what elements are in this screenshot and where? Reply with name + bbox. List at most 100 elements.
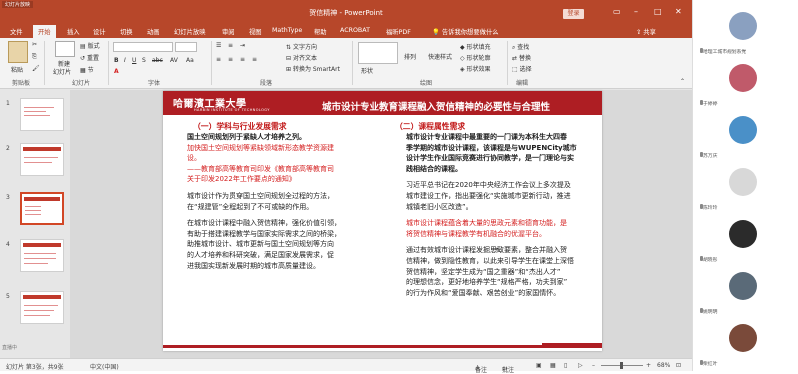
body-line: 习近平总书记在2020年中央经济工作会议上多次提及 xyxy=(406,181,571,190)
slide-thumbnail-3[interactable] xyxy=(20,192,64,225)
slide-thumbnail-1[interactable] xyxy=(20,98,64,131)
find-button[interactable]: ⌕ 查找 xyxy=(512,42,529,52)
lightbulb-icon: 💡 xyxy=(432,29,440,36)
char-spacing-icon[interactable]: AV xyxy=(170,57,178,64)
tab-home[interactable]: 开始 xyxy=(33,25,56,38)
tab-acrobat[interactable]: ACROBAT xyxy=(340,27,370,34)
tell-me-search[interactable]: 💡 告诉我你想要做什么 xyxy=(432,27,499,36)
quick-access-slideshow[interactable]: 幻灯片放映 xyxy=(2,1,34,8)
reset-label: 重置 xyxy=(86,55,99,62)
thumb-number: 3 xyxy=(6,194,10,201)
italic-icon[interactable]: I xyxy=(124,57,126,64)
body-line: 通过有效城市设计课程发掘思政要素，整合并融入贺 xyxy=(406,246,567,255)
participant-name: 陈玲玲 xyxy=(703,206,718,211)
participant-tile[interactable]: 哈理工城市规划系党 xyxy=(699,6,798,60)
shape-fill-button[interactable]: ◆ 形状填充 xyxy=(460,42,491,51)
align-text-button[interactable]: ⊟ 对齐文本 xyxy=(286,53,317,62)
font-size-box[interactable] xyxy=(175,42,197,52)
format-painter-icon[interactable]: 🖌 xyxy=(32,65,40,72)
close-icon[interactable]: ✕ xyxy=(675,7,682,16)
tab-foxit[interactable]: 福昕PDF xyxy=(386,27,411,36)
tab-file[interactable]: 文件 xyxy=(10,27,23,36)
reading-view-icon[interactable]: ▯ xyxy=(564,362,567,369)
shape-outline-button[interactable]: ◇ 形状轮廓 xyxy=(460,53,491,62)
participant-tile[interactable]: 姚明明 xyxy=(699,266,798,320)
reset-button[interactable]: ↺ 重置 xyxy=(80,53,99,62)
tab-design[interactable]: 设计 xyxy=(93,27,106,36)
shape-label[interactable]: 形状 xyxy=(361,66,373,75)
shape-effects-icon: ◈ xyxy=(460,66,465,73)
shapes-gallery[interactable] xyxy=(358,42,398,64)
tab-animations[interactable]: 动画 xyxy=(147,27,160,36)
numbering-icon[interactable]: ≡ xyxy=(228,42,233,49)
participant-tile[interactable]: 陈玲玲 xyxy=(699,162,798,216)
login-button[interactable]: 登录 xyxy=(563,9,584,19)
zoom-in-icon[interactable]: + xyxy=(646,362,651,369)
strikethrough-icon[interactable]: abc xyxy=(152,57,163,64)
new-slide-label-2[interactable]: 幻灯片 xyxy=(53,67,71,76)
bullets-icon[interactable]: ☰ xyxy=(216,42,221,49)
zoom-slider-thumb[interactable] xyxy=(620,362,623,369)
zoom-level[interactable]: 68% xyxy=(657,362,670,369)
right-column-heading[interactable]: （二）课程属性需求 xyxy=(395,121,465,132)
normal-view-icon[interactable]: ▣ xyxy=(536,362,542,369)
participant-tile[interactable]: 苏万庆 xyxy=(699,110,798,164)
underline-icon[interactable]: U xyxy=(132,57,136,64)
paste-label[interactable]: 粘贴 xyxy=(11,65,23,74)
section-button[interactable]: ▦ 节 xyxy=(80,65,94,74)
font-color-icon[interactable]: A xyxy=(114,68,119,75)
align-left-icon[interactable]: ≡ xyxy=(216,56,221,63)
paste-icon[interactable] xyxy=(8,41,28,63)
zoom-out-icon[interactable]: – xyxy=(592,362,595,369)
tab-insert[interactable]: 插入 xyxy=(67,27,80,36)
tab-review[interactable]: 审阅 xyxy=(222,27,235,36)
align-right-icon[interactable]: ≡ xyxy=(240,56,245,63)
font-name-box[interactable] xyxy=(113,42,173,52)
bold-icon[interactable]: B xyxy=(114,57,119,64)
cut-icon[interactable]: ✂ xyxy=(32,41,37,48)
fit-slide-icon[interactable]: ⊡ xyxy=(676,362,681,369)
arrange-label[interactable]: 排列 xyxy=(404,52,416,61)
slide-canvas[interactable]: 哈爾濱工業大學 HARBIN INSTITUTE OF TECHNOLOGY 城… xyxy=(163,91,602,351)
tab-help[interactable]: 帮助 xyxy=(314,27,327,36)
shadow-icon[interactable]: S xyxy=(142,57,146,64)
collapse-ribbon-icon[interactable]: ⌃ xyxy=(680,78,685,85)
maximize-icon[interactable]: □ xyxy=(654,7,662,16)
slide-thumbnail-2[interactable] xyxy=(20,143,64,176)
share-button[interactable]: ⇪ 共享 xyxy=(636,27,656,36)
change-case-icon[interactable]: Aa xyxy=(186,57,194,64)
participant-tile[interactable]: 于婷婷 xyxy=(699,58,798,112)
tab-view[interactable]: 视图 xyxy=(249,27,262,36)
slide-thumbnail-4[interactable] xyxy=(20,239,64,272)
participant-tile[interactable]: 胡晓彤 xyxy=(699,214,798,268)
language-indicator[interactable]: 中文(中国) xyxy=(90,362,119,371)
select-icon: ⬚ xyxy=(512,66,518,73)
participant-tile[interactable]: 柴红叶 xyxy=(699,318,798,372)
slide-title[interactable]: 城市设计专业教育课程融入贺信精神的必要性与合理性 xyxy=(322,99,550,113)
justify-icon[interactable]: ≡ xyxy=(252,56,257,63)
select-button[interactable]: ⬚ 选择 xyxy=(512,64,532,73)
text-direction-button[interactable]: ⇅ 文字方向 xyxy=(286,42,317,51)
slide-thumbnail-5[interactable] xyxy=(20,291,64,324)
left-column-heading[interactable]: （一）学科与行业发展需求 xyxy=(193,121,287,132)
slideshow-view-icon[interactable]: ▷ xyxy=(578,362,583,369)
avatar xyxy=(729,324,757,352)
copy-icon[interactable]: ⎘ xyxy=(32,53,37,61)
shape-effects-label: 形状效果 xyxy=(466,66,491,73)
replace-button[interactable]: ⇄ 替换 xyxy=(512,53,531,62)
ribbon-display-icon[interactable]: ▭ xyxy=(613,7,621,16)
indent-icon[interactable]: ⇥ xyxy=(240,42,245,49)
shape-effects-button[interactable]: ◈ 形状效果 xyxy=(460,64,491,73)
find-label: 查找 xyxy=(517,44,530,51)
body-line: 信精神，做到隐性教育，以此来引导学生在课堂上深悟 xyxy=(406,257,574,265)
layout-button[interactable]: ▤ 版式 xyxy=(80,41,100,50)
quick-styles-label[interactable]: 快速样式 xyxy=(428,52,452,61)
align-center-icon[interactable]: ≡ xyxy=(228,56,233,63)
new-slide-icon[interactable] xyxy=(55,41,75,57)
sorter-view-icon[interactable]: ▦ xyxy=(550,362,556,369)
smartart-button[interactable]: ⊞ 转换为 SmartArt xyxy=(286,64,340,73)
tab-slideshow[interactable]: 幻灯片放映 xyxy=(174,27,205,36)
tab-transitions[interactable]: 切换 xyxy=(120,27,133,36)
minimize-icon[interactable]: – xyxy=(634,7,638,16)
tab-mathtype[interactable]: MathType xyxy=(272,27,302,34)
